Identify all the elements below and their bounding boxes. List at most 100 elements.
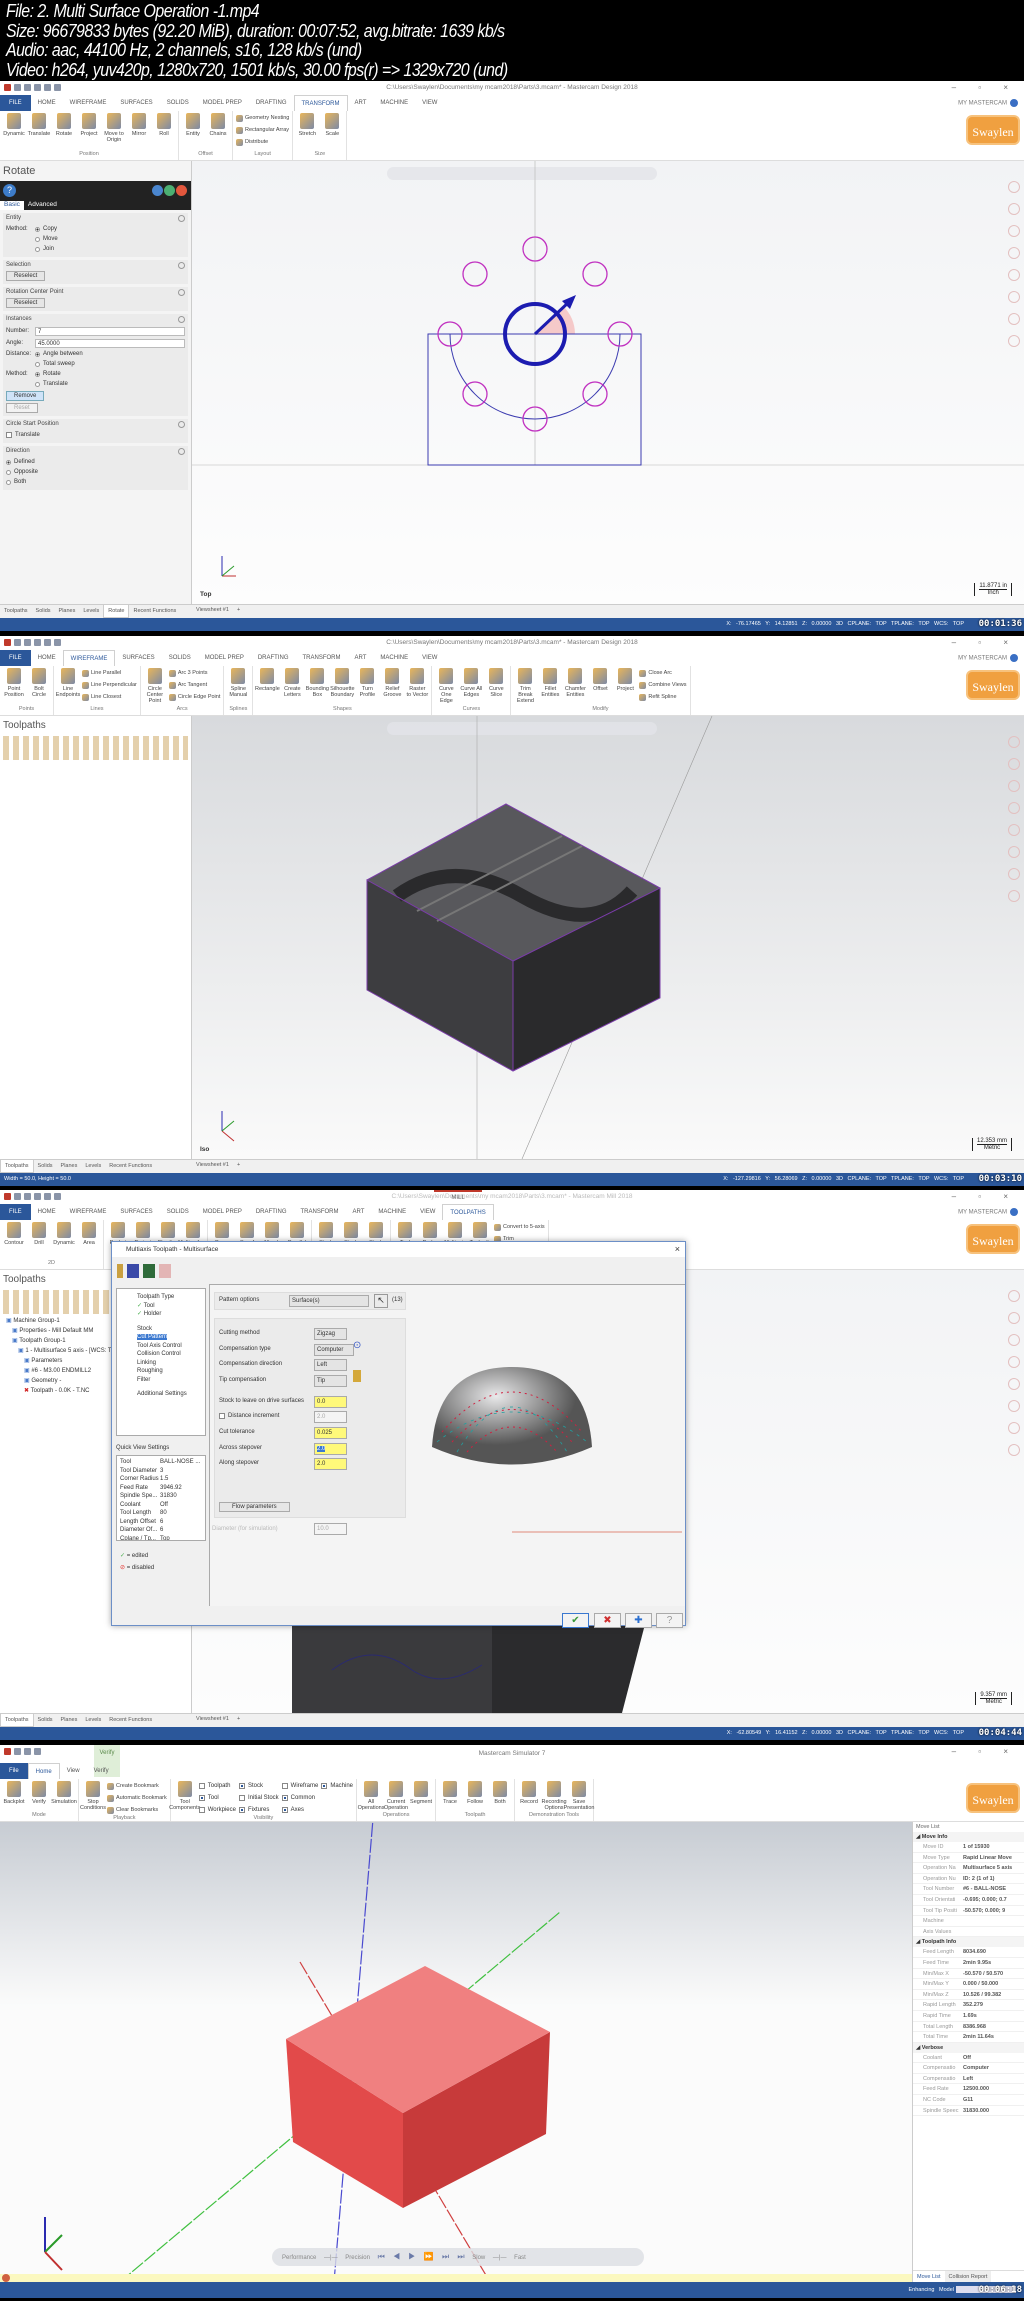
ok-icon[interactable] (164, 185, 175, 196)
move-to-origin-button[interactable]: Move to Origin (103, 113, 125, 143)
window-controls[interactable]: – ▫ × (952, 1192, 1018, 1201)
radio-total-sweep[interactable] (35, 361, 40, 367)
translate-checkbox[interactable] (6, 432, 12, 438)
translate-button[interactable]: Translate (28, 113, 50, 137)
combine-views-button[interactable]: Combine Views (639, 680, 687, 690)
chamfer-entities-button[interactable]: Chamfer Entities (564, 668, 586, 698)
tab-home[interactable]: Home (27, 1763, 60, 1779)
all-operations-button[interactable]: All Operations (358, 1781, 384, 1811)
collapse-icon[interactable] (178, 289, 185, 296)
page-stock[interactable]: Stock (117, 1325, 205, 1334)
tab-move-list[interactable]: Move List (913, 2271, 945, 2282)
rectangle-button[interactable]: Rectangle (255, 668, 280, 692)
circle-edge-point-button[interactable]: Circle Edge Point (168, 692, 220, 702)
reset-button[interactable]: Reset (6, 403, 38, 413)
arc-tangent-button[interactable]: Arc Tangent (168, 680, 221, 690)
automatic-bookmark-button[interactable]: Automatic Bookmark (107, 1793, 167, 1803)
raster-to-vector-button[interactable]: Raster to Vector (406, 668, 428, 698)
radio-rotate[interactable] (35, 371, 40, 377)
tab-collision-report[interactable]: Collision Report (944, 2271, 992, 2282)
select-arrow-icon[interactable]: ↖ (374, 1294, 388, 1308)
cutting-method-dropdown[interactable]: Zigzag (314, 1328, 347, 1340)
tab-toolpaths[interactable]: TOOLPATHS (442, 1204, 494, 1220)
manager-tab-toolpaths[interactable]: Toolpaths (0, 605, 32, 618)
fillet-entities-button[interactable]: Fillet Entities (539, 668, 561, 698)
viewsheet-tab[interactable]: Viewsheet #1 (192, 1159, 233, 1173)
page-cut-pattern[interactable]: Cut Pattern (117, 1333, 205, 1342)
page-tool-axis-control[interactable]: Tool Axis Control (117, 1342, 205, 1351)
radio-join[interactable] (35, 246, 40, 252)
tab-drafting[interactable]: DRAFTING (249, 95, 294, 111)
common-checkbox[interactable]: Common (281, 1793, 319, 1803)
tab-view[interactable]: VIEW (415, 650, 444, 666)
stock-checkbox[interactable]: Stock (238, 1781, 279, 1791)
help-icon[interactable] (1010, 1208, 1018, 1216)
distance-increment-input[interactable]: 2.0 (314, 1411, 347, 1423)
tab-art[interactable]: ART (348, 95, 374, 111)
curve-one-edge-button[interactable]: Curve One Edge (435, 668, 457, 704)
entity-button[interactable]: Entity (182, 113, 204, 137)
tab-surfaces[interactable]: SURFACES (113, 1204, 159, 1220)
pattern-options-dropdown[interactable]: Surface(s) (289, 1295, 369, 1307)
radio-move[interactable] (35, 236, 40, 242)
tab-surfaces[interactable]: SURFACES (113, 95, 159, 111)
manager-tab-planes[interactable]: Planes (55, 605, 80, 618)
viewsheet-tab[interactable]: Viewsheet #1 (192, 604, 233, 618)
trim-break-extend-button[interactable]: Trim Break Extend (514, 668, 536, 704)
tab-transform[interactable]: TRANSFORM (294, 1204, 346, 1220)
tab-view[interactable]: View (60, 1763, 87, 1779)
reselect-button[interactable]: Reselect (6, 271, 46, 281)
window-controls[interactable]: – ▫ × (952, 638, 1018, 647)
window-controls[interactable]: – ▫ × (952, 1747, 1018, 1756)
bounding-box-button[interactable]: Bounding Box (306, 668, 329, 698)
create-bookmark-button[interactable]: Create Bookmark (107, 1781, 167, 1791)
tab-view[interactable]: VIEW (413, 1204, 442, 1220)
segment-button[interactable]: Segment (410, 1781, 432, 1805)
radio-opposite[interactable] (6, 469, 11, 475)
line-closest-button[interactable]: Line Closest (82, 692, 137, 702)
tab-model-prep[interactable]: MODEL PREP (198, 650, 251, 666)
tab-solids[interactable]: SOLIDS (160, 1204, 196, 1220)
tab-home[interactable]: HOME (31, 650, 63, 666)
section-toolpath-info[interactable]: ◢ Toolpath Info (913, 1937, 1024, 1948)
stop-conditions-button[interactable]: Stop Conditions (80, 1781, 106, 1811)
wireframe-checkbox[interactable]: Wireframe (281, 1781, 318, 1791)
flow-parameters-button[interactable]: Flow parameters (219, 1502, 290, 1512)
manager-tab-solids[interactable]: Solids (34, 1160, 57, 1173)
chains-button[interactable]: Chains (207, 113, 229, 137)
diameter-input[interactable]: 10.0 (314, 1523, 347, 1535)
tab-drafting[interactable]: DRAFTING (249, 1204, 294, 1220)
collapse-icon[interactable] (178, 262, 185, 269)
distribute-button[interactable]: Distribute (236, 137, 289, 147)
side-toolbar[interactable] (1008, 1290, 1020, 1456)
manager-tab-solids[interactable]: Solids (34, 1714, 57, 1727)
simulation-button[interactable]: Simulation (51, 1781, 77, 1805)
compensation-type-dropdown[interactable]: Computer (314, 1344, 354, 1356)
checkbox[interactable] (198, 1783, 205, 1789)
create-letters-button[interactable]: Create Letters (281, 668, 303, 698)
add-viewsheet-button[interactable]: + (233, 1159, 244, 1173)
radio-translate[interactable] (35, 381, 40, 387)
recording-options-button[interactable]: Recording Options (542, 1781, 567, 1811)
reselect-center-button[interactable]: Reselect (6, 298, 46, 308)
workpiece-checkbox[interactable]: Workpiece (198, 1805, 236, 1815)
stock-to-leave-on-drive-surfaces-input[interactable]: 0.0 (314, 1396, 347, 1408)
curve-slice-button[interactable]: Curve Slice (485, 668, 507, 698)
angle-input[interactable]: 45.0000 (35, 338, 185, 348)
checkbox[interactable] (238, 1807, 245, 1813)
radio-copy[interactable] (35, 226, 40, 232)
spline-manual-button[interactable]: Spline Manual (227, 668, 249, 698)
tab-surfaces[interactable]: SURFACES (115, 650, 161, 666)
tab-solids[interactable]: SOLIDS (160, 95, 196, 111)
collapse-icon[interactable] (178, 421, 185, 428)
line-perpendicular-button[interactable]: Line Perpendicular (82, 680, 137, 690)
compensation-direction-dropdown[interactable]: Left (314, 1359, 347, 1371)
checkbox[interactable] (281, 1807, 288, 1813)
my-mastercam[interactable]: MY MASTERCAM (958, 99, 1018, 107)
tab-transform[interactable]: TRANSFORM (293, 95, 348, 111)
tab-home[interactable]: HOME (31, 1204, 63, 1220)
add-viewsheet-button[interactable]: + (233, 1713, 244, 1727)
tab-machine[interactable]: MACHINE (371, 1204, 413, 1220)
refit-spline-button[interactable]: Refit Spline (639, 692, 686, 702)
checkbox[interactable] (321, 1783, 328, 1789)
